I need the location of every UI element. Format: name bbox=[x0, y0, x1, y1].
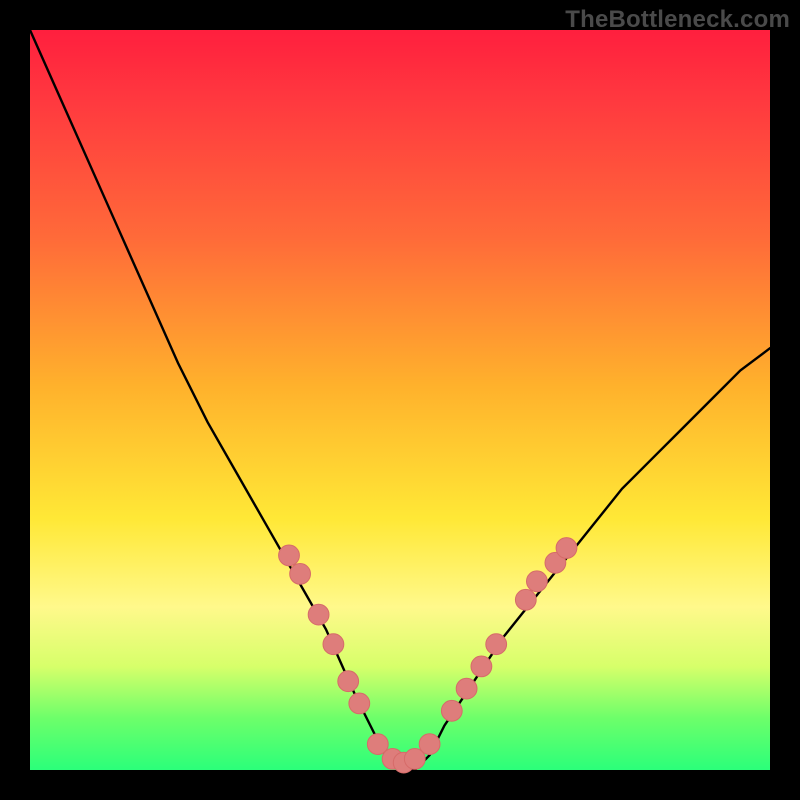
data-marker bbox=[471, 656, 492, 677]
data-marker bbox=[290, 564, 311, 585]
data-marker bbox=[515, 589, 536, 610]
chart-svg bbox=[30, 30, 770, 770]
data-marker bbox=[441, 700, 462, 721]
data-marker bbox=[419, 734, 440, 755]
data-marker bbox=[456, 678, 477, 699]
data-marker bbox=[556, 538, 577, 559]
data-marker bbox=[279, 545, 300, 566]
data-marker bbox=[486, 634, 507, 655]
data-marker bbox=[323, 634, 344, 655]
data-markers bbox=[279, 538, 577, 773]
watermark-text: TheBottleneck.com bbox=[565, 6, 790, 34]
data-marker bbox=[308, 604, 329, 625]
data-marker bbox=[527, 571, 548, 592]
data-marker bbox=[349, 693, 370, 714]
plot-area bbox=[30, 30, 770, 770]
bottleneck-curve bbox=[30, 30, 770, 770]
data-marker bbox=[338, 671, 359, 692]
chart-frame: TheBottleneck.com bbox=[0, 0, 800, 800]
